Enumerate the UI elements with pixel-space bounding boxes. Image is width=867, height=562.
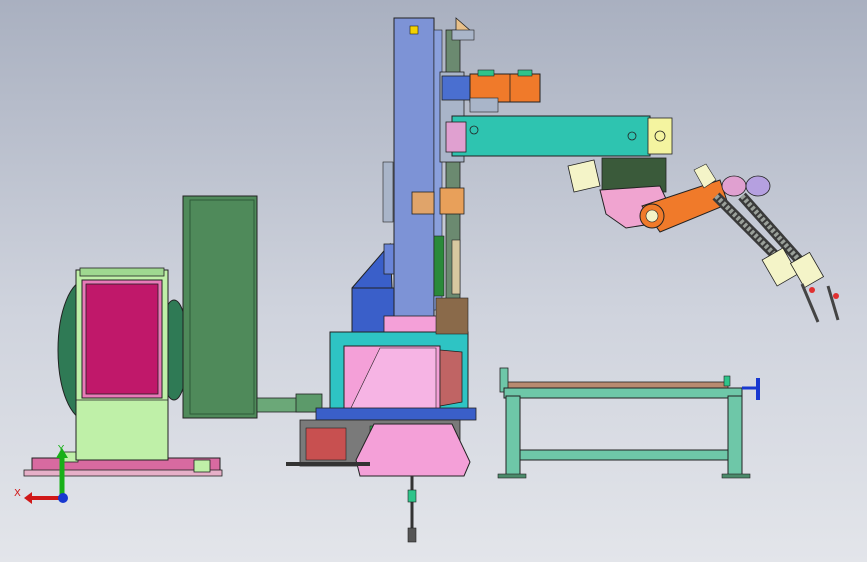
table-leg-left [505, 395, 521, 477]
motor-blue-part [441, 75, 471, 101]
cad-viewport[interactable]: X Y [0, 0, 867, 562]
horizontal-arm [451, 115, 651, 157]
positioner-assembly [23, 195, 323, 477]
table-cross-bar [519, 449, 729, 461]
table-frame-top [503, 387, 743, 399]
positioner-base-lower [23, 469, 223, 477]
axis-y-label: Y [57, 444, 65, 455]
base-foot [355, 423, 471, 477]
axis-x-label: X [14, 488, 21, 499]
table-leg-right [727, 395, 743, 477]
column-robot [286, 17, 840, 543]
vertical-column [393, 17, 435, 321]
work-table [497, 367, 760, 479]
control-cabinet [182, 195, 258, 419]
positioner-top-cap [79, 267, 165, 277]
axis-z-dot [58, 493, 68, 503]
positioner-panel [85, 283, 159, 395]
torch-tip-right [826, 285, 840, 321]
robot-cell-drawing: X Y [14, 17, 840, 543]
positioner-foot-right [193, 459, 211, 473]
